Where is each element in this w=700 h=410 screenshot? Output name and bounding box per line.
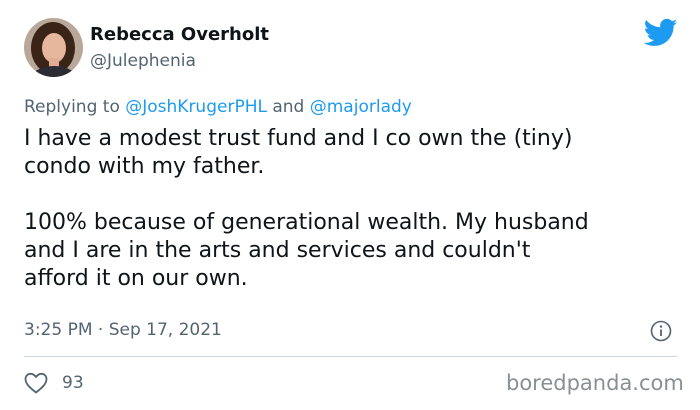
avatar[interactable]: [24, 18, 83, 77]
watermark: boredpanda.com: [506, 371, 684, 395]
tweet-paragraph: 100% because of generational wealth. My …: [24, 209, 684, 293]
tweet-line: and I are in the arts and services and c…: [24, 238, 531, 263]
tweet-timestamp[interactable]: 3:25 PM · Sep 17, 2021: [24, 320, 222, 340]
twitter-bird-icon[interactable]: [644, 18, 678, 48]
like-button[interactable]: 93: [24, 370, 84, 396]
author-name[interactable]: Rebecca Overholt: [90, 24, 269, 45]
like-count: 93: [62, 373, 84, 393]
replying-to-label: Replying to: [24, 97, 120, 117]
tweet-line: I have a modest trust fund and I co own …: [24, 126, 573, 151]
divider: [24, 356, 677, 357]
tweet-line: 100% because of generational wealth. My …: [24, 210, 589, 235]
author-handle[interactable]: @Julephenia: [90, 51, 196, 71]
heart-icon: [24, 372, 48, 394]
replying-to-line: Replying to @JoshKrugerPHL and @majorlad…: [24, 97, 412, 117]
mention-link[interactable]: @majorlady: [310, 97, 412, 117]
tweet-paragraph: I have a modest trust fund and I co own …: [24, 125, 684, 181]
info-icon[interactable]: [650, 320, 672, 342]
tweet-line: condo with my father.: [24, 154, 265, 179]
replying-conjunction: and: [272, 97, 305, 117]
avatar-photo: [24, 18, 83, 77]
tweet-text: I have a modest trust fund and I co own …: [24, 125, 684, 293]
tweet-line: afford it on our own.: [24, 266, 248, 291]
mention-link[interactable]: @JoshKrugerPHL: [125, 97, 267, 117]
